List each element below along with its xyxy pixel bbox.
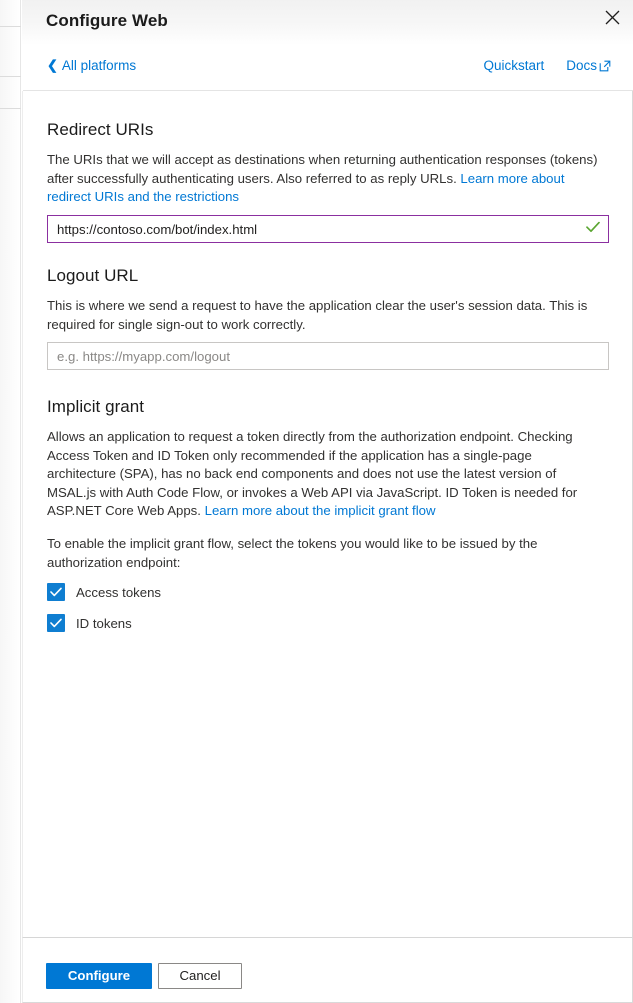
implicit-grant-instruction: To enable the implicit grant flow, selec… (47, 536, 538, 570)
checkbox-access-tokens[interactable]: Access tokens (47, 583, 161, 601)
command-bar: ❮ All platforms Quickstart Docs (23, 46, 633, 91)
quickstart-label: Quickstart (483, 58, 545, 73)
blade-footer: Configure Cancel (22, 937, 633, 1003)
blade-content: Redirect URIs The URIs that we will acce… (22, 91, 633, 937)
background-blade-strip (0, 0, 21, 1003)
redirect-uri-input[interactable] (47, 215, 609, 243)
page-title: Configure Web (46, 11, 168, 30)
close-icon[interactable] (597, 2, 627, 32)
back-link-label: All platforms (61, 58, 137, 73)
checkbox-box (47, 614, 65, 632)
footer-actions: Configure Cancel (46, 963, 242, 989)
app-root: Configure Web ❮ All platforms Quickstart… (0, 0, 633, 1003)
checkbox-label: Access tokens (76, 584, 162, 600)
configure-web-blade: Configure Web ❮ All platforms Quickstart… (22, 0, 633, 1003)
cancel-button[interactable]: Cancel (158, 963, 242, 989)
implicit-grant-learn-more-link[interactable]: Learn more about the implicit grant flow (205, 503, 436, 518)
logout-url-input[interactable] (47, 342, 609, 370)
logout-url-heading: Logout URL (47, 266, 139, 285)
blade-header: Configure Web (22, 0, 633, 46)
checkbox-label: ID tokens (76, 615, 132, 631)
docs-link[interactable]: Docs (566, 58, 611, 73)
logout-url-description: This is where we send a request to have … (47, 298, 588, 332)
implicit-grant-description: Allows an application to request a token… (47, 428, 603, 521)
checkbox-id-tokens[interactable]: ID tokens (47, 614, 132, 632)
redirect-uri-field-wrapper (47, 215, 609, 243)
logout-url-field-wrapper (47, 342, 609, 370)
redirect-uris-description: The URIs that we will accept as destinat… (47, 151, 603, 207)
implicit-grant-heading: Implicit grant (47, 397, 145, 416)
background-divider (0, 76, 21, 77)
configure-button[interactable]: Configure (46, 963, 152, 989)
command-bar-actions: Quickstart Docs (483, 58, 611, 73)
back-to-all-platforms-link[interactable]: ❮ All platforms (47, 58, 136, 73)
background-divider (0, 108, 21, 109)
docs-label: Docs (566, 58, 597, 73)
chevron-left-icon: ❮ (47, 57, 58, 73)
external-link-icon (599, 60, 611, 75)
checkbox-box (47, 583, 65, 601)
background-divider (0, 26, 21, 27)
redirect-uris-heading: Redirect URIs (47, 120, 154, 139)
quickstart-link[interactable]: Quickstart (483, 58, 544, 73)
